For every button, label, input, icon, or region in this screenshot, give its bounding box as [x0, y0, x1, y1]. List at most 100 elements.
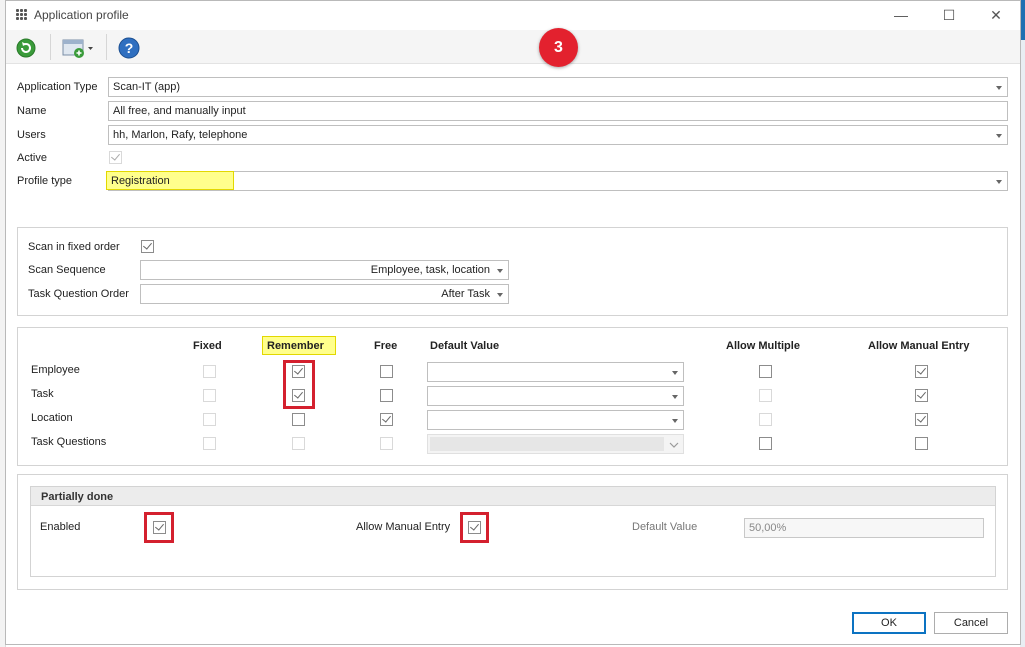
close-button[interactable]: ✕	[973, 2, 1019, 28]
refresh-button[interactable]	[15, 37, 37, 59]
column-header-remember: Remember	[262, 336, 336, 355]
partially-done-allow-manual-entry-label: Allow Manual Entry	[356, 521, 451, 533]
task-default-value-select[interactable]	[427, 386, 684, 406]
location-remember-checkbox[interactable]	[292, 413, 305, 426]
application-type-label: Application Type	[17, 81, 98, 93]
title-bar	[6, 1, 1020, 30]
chevron-down-icon	[996, 86, 1002, 90]
column-header-free: Free	[374, 340, 398, 352]
column-header-allow-manual-entry: Allow Manual Entry	[868, 340, 970, 352]
partially-done-default-value-field[interactable]: 50,00%	[744, 518, 984, 538]
scan-sequence-label: Scan Sequence	[28, 264, 106, 276]
row-label-task-questions: Task Questions	[31, 436, 107, 448]
employee-free-checkbox[interactable]	[380, 365, 393, 378]
partially-done-default-value: 50,00%	[749, 522, 787, 534]
chevron-down-icon	[669, 442, 679, 448]
maximize-icon: ☐	[942, 7, 956, 23]
row-label-task: Task	[31, 388, 54, 400]
column-header-allow-multiple: Allow Multiple	[726, 340, 800, 352]
check-icon	[917, 413, 926, 423]
close-icon: ✕	[990, 7, 1002, 23]
task-questions-allow-manual-entry-checkbox[interactable]	[915, 437, 928, 450]
task-questions-remember-checkbox[interactable]	[292, 437, 305, 450]
profile-type-label: Profile type	[17, 175, 73, 187]
column-header-default-value: Default Value	[430, 340, 500, 352]
profile-type-highlight: Registration	[106, 171, 234, 190]
task-fixed-checkbox[interactable]	[203, 389, 216, 402]
chevron-down-icon	[672, 371, 678, 375]
check-icon	[917, 389, 926, 399]
chevron-down-icon	[497, 293, 503, 297]
employee-default-value-select[interactable]	[427, 362, 684, 382]
employee-allow-multiple-checkbox[interactable]	[759, 365, 772, 378]
location-fixed-checkbox[interactable]	[203, 413, 216, 426]
partially-done-enabled-label: Enabled	[40, 521, 81, 533]
svg-text:?: ?	[125, 40, 134, 56]
partially-done-default-value-label: Default Value	[632, 521, 698, 533]
ok-button[interactable]: OK	[852, 612, 926, 634]
annotation-outline-enabled	[144, 512, 174, 543]
row-label-location: Location	[31, 412, 73, 424]
toolbar	[6, 30, 1020, 64]
scan-fixed-order-checkbox[interactable]	[141, 240, 154, 253]
refresh-icon	[16, 38, 36, 58]
disabled-fill	[430, 437, 664, 451]
minimize-icon: —	[894, 7, 908, 23]
annotation-outline-remember	[283, 360, 315, 409]
app-grid-icon	[16, 9, 28, 21]
task-free-checkbox[interactable]	[380, 389, 393, 402]
chevron-down-icon	[672, 419, 678, 423]
toolbar-separator	[50, 34, 51, 60]
location-free-checkbox[interactable]	[380, 413, 393, 426]
toolbar-separator-2	[106, 34, 107, 60]
annotation-outline-allow-manual-entry	[460, 512, 489, 543]
help-icon: ?	[118, 37, 140, 59]
task-questions-fixed-checkbox[interactable]	[203, 437, 216, 450]
maximize-button[interactable]: ☐	[926, 2, 972, 28]
active-label: Active	[17, 152, 47, 164]
check-icon	[111, 151, 120, 161]
check-icon	[917, 365, 926, 375]
location-default-value-select[interactable]	[427, 410, 684, 430]
name-label: Name	[17, 105, 47, 117]
task-question-order-value: After Task	[441, 288, 490, 300]
task-question-order-select[interactable]: After Task	[140, 284, 509, 304]
users-label: Users	[17, 129, 46, 141]
application-type-value: Scan-IT (app)	[113, 81, 181, 93]
location-allow-manual-entry-checkbox[interactable]	[915, 413, 928, 426]
chevron-down-icon	[996, 134, 1002, 138]
application-type-select[interactable]: Scan-IT (app)	[108, 77, 1008, 97]
cancel-button[interactable]: Cancel	[934, 612, 1008, 634]
location-allow-multiple-checkbox[interactable]	[759, 413, 772, 426]
users-select[interactable]: hh, Marlon, Rafy, telephone	[108, 125, 1008, 145]
minimize-button[interactable]: —	[878, 2, 924, 28]
window-title: Application profile	[34, 8, 129, 22]
help-button[interactable]: ?	[117, 36, 141, 60]
task-questions-default-value-select[interactable]	[427, 434, 684, 454]
employee-allow-manual-entry-checkbox[interactable]	[915, 365, 928, 378]
check-icon	[382, 413, 391, 423]
profile-type-select[interactable]	[108, 171, 1008, 191]
name-field[interactable]: All free, and manually input	[108, 101, 1008, 121]
employee-fixed-checkbox[interactable]	[203, 365, 216, 378]
task-question-order-label: Task Question Order	[28, 288, 129, 300]
scan-fixed-order-label: Scan in fixed order	[28, 241, 120, 253]
window-add-icon	[62, 39, 93, 58]
row-label-employee: Employee	[31, 364, 80, 376]
annotation-badge: 3	[539, 28, 578, 67]
name-value: All free, and manually input	[113, 105, 246, 117]
task-questions-free-checkbox[interactable]	[380, 437, 393, 450]
active-checkbox[interactable]	[109, 151, 122, 164]
scan-sequence-select[interactable]: Employee, task, location	[140, 260, 509, 280]
partially-done-header: Partially done	[31, 487, 995, 506]
chevron-down-icon	[672, 395, 678, 399]
task-allow-manual-entry-checkbox[interactable]	[915, 389, 928, 402]
task-allow-multiple-checkbox[interactable]	[759, 389, 772, 402]
chevron-down-icon	[497, 269, 503, 273]
users-value: hh, Marlon, Rafy, telephone	[113, 129, 248, 141]
task-questions-allow-multiple-checkbox[interactable]	[759, 437, 772, 450]
scan-sequence-value: Employee, task, location	[370, 264, 490, 276]
check-icon	[143, 240, 152, 250]
chevron-down-icon	[996, 180, 1002, 184]
new-window-button[interactable]	[61, 37, 95, 59]
